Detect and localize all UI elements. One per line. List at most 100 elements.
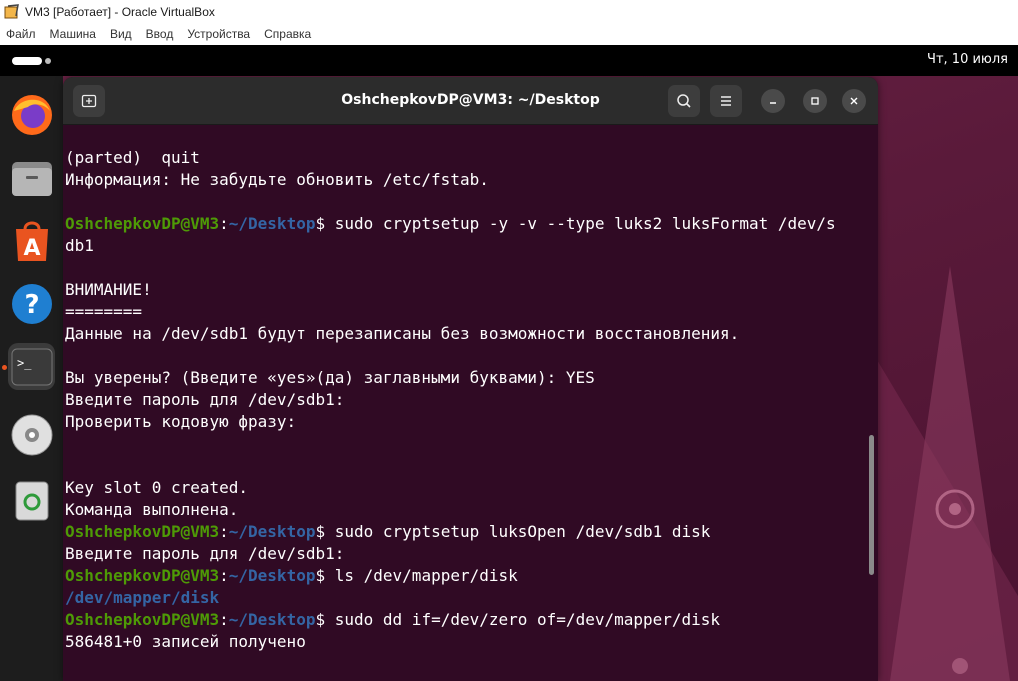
path-output: /dev/mapper/disk [65,588,220,607]
close-icon [850,97,858,105]
output-line: Введите пароль для /dev/sdb1: [65,389,865,411]
prompt-path: ~/Desktop [228,610,316,629]
output-line: Key slot 0 created. [65,477,865,499]
prompt-dollar: $ [315,522,326,541]
dock-firefox[interactable] [8,91,55,138]
search-icon [677,94,691,108]
command-text: sudo cryptsetup -y -v --type luks2 luksF… [325,214,836,233]
files-icon [11,161,52,196]
menu-help[interactable]: Справка [258,27,319,41]
command-text: ls /dev/mapper/disk [325,566,518,585]
output-line: Вы уверены? (Введите «yes»(да) заглавным… [65,367,865,389]
disc-icon [11,414,52,455]
app-center-icon: A [15,221,48,261]
output-text: Информация: Не забудьте обновить /etc/fs… [65,170,489,189]
prompt-path: ~/Desktop [228,522,316,541]
output-text: Данные на /dev/sdb1 будут перезаписаны б… [65,324,740,343]
output-text: Введите пароль для /dev/sdb1: [65,390,345,409]
output-text: ======== [65,302,143,321]
output-text: Проверить кодовую фразу: [65,412,297,431]
svg-text:>_: >_ [17,356,32,370]
dock-terminal[interactable]: >_ [8,343,55,390]
terminal-headerbar: OshchepkovDP@VM3: ~/Desktop [63,77,878,125]
dock-help[interactable]: ? [8,280,55,327]
output-text: Команда выполнена. [65,500,239,519]
virtualbox-titlebar: VM3 [Работает] - Oracle VirtualBox [0,0,1018,23]
prompt-user: OshchepkovDP@VM3 [65,522,220,541]
dock-files[interactable] [8,154,55,201]
output-line: ВНИМАНИЕ! [65,279,865,301]
dock-app-center[interactable]: A [8,217,55,264]
close-button[interactable] [842,89,866,113]
activities-indicator[interactable] [12,57,42,65]
help-icon: ? [11,283,52,324]
menu-input[interactable]: Ввод [140,27,182,41]
menu-button[interactable] [710,85,742,117]
output-line: db1 [65,235,865,257]
output-text: Key slot 0 created. [65,478,249,497]
search-button[interactable] [668,85,700,117]
clock[interactable]: Чт, 10 июля [927,52,1008,67]
command-line: OshchepkovDP@VM3:~/Desktop$ sudo dd if=/… [65,609,865,631]
firefox-icon [11,94,52,135]
output-text: Введите пароль для /dev/sdb1: [65,544,345,563]
terminal-scrollbar[interactable] [869,435,874,575]
dock: A ? >_ [0,76,63,681]
output-line: ======== [65,301,865,323]
output-line: Информация: Не забудьте обновить /etc/fs… [65,169,865,191]
prompt-colon: : [219,214,229,233]
prompt-dollar: $ [315,566,326,585]
output-line: 586481+0 записей получено [65,631,865,653]
output-line: Введите пароль для /dev/sdb1: [65,543,865,565]
menu-view[interactable]: Вид [104,27,140,41]
menu-machine[interactable]: Машина [44,27,104,41]
terminal-window[interactable]: OshchepkovDP@VM3: ~/Desktop (parted) qui… [63,77,878,681]
prompt-dollar: $ [315,214,326,233]
output-line: Данные на /dev/sdb1 будут перезаписаны б… [65,323,865,345]
ubuntu-topbar: Чт, 10 июля [0,45,1018,76]
running-indicator [2,365,7,370]
command-line: OshchepkovDP@VM3:~/Desktop$ sudo cryptse… [65,213,865,235]
virtualbox-logo-icon [4,3,20,20]
command-text: sudo dd if=/dev/zero of=/dev/mapper/disk [325,610,721,629]
output-text: 586481+0 записей получено [65,632,306,651]
command-line: OshchepkovDP@VM3:~/Desktop$ sudo cryptse… [65,521,865,543]
prompt-colon: : [219,610,229,629]
minimize-icon [770,102,776,104]
output-text: ВНИМАНИЕ! [65,280,152,299]
prompt-path: ~/Desktop [228,214,316,233]
prompt-user: OshchepkovDP@VM3 [65,214,220,233]
terminal-icon: >_ [11,348,52,385]
workspace-dot [45,58,51,64]
prompt-colon: : [219,522,229,541]
output-line: Команда выполнена. [65,499,865,521]
prompt-dollar: $ [315,610,326,629]
minimize-button[interactable] [761,89,785,113]
trash-icon [15,481,48,520]
output-text: db1 [65,236,94,255]
output-line: (parted) quit [65,147,865,169]
command-line: OshchepkovDP@VM3:~/Desktop$ ls /dev/mapp… [65,565,865,587]
dock-trash[interactable] [8,476,55,523]
svg-text:A: A [23,236,40,261]
virtualbox-menubar: Файл Машина Вид Ввод Устройства Справка [0,23,1018,45]
prompt-user: OshchepkovDP@VM3 [65,566,220,585]
menu-file[interactable]: Файл [0,27,44,41]
output-line: Проверить кодовую фразу: [65,411,865,433]
dock-disc[interactable] [8,411,55,458]
command-text: sudo cryptsetup luksOpen /dev/sdb1 disk [325,522,711,541]
terminal-title: OshchepkovDP@VM3: ~/Desktop [341,92,600,108]
output-line: /dev/mapper/disk [65,587,865,609]
menu-devices[interactable]: Устройства [181,27,258,41]
output-text: (parted) quit [65,148,200,167]
hamburger-icon [721,96,731,106]
maximize-button[interactable] [803,89,827,113]
svg-text:?: ? [24,290,39,320]
prompt-path: ~/Desktop [228,566,316,585]
output-text: Вы уверены? (Введите «yes»(да) заглавным… [65,368,595,387]
terminal-output[interactable]: (parted) quit Информация: Не забудьте обн… [65,147,865,653]
